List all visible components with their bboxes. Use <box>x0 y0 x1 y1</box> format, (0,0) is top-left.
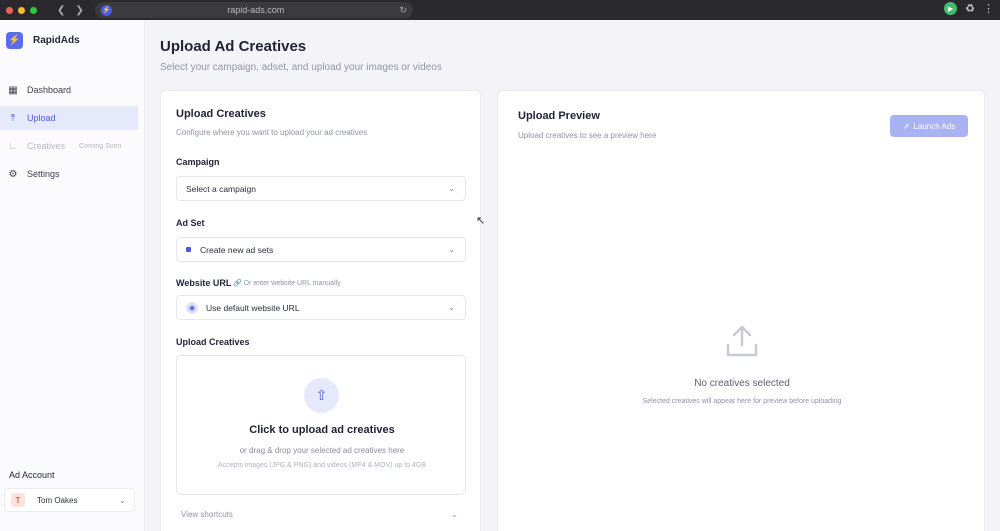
website-url-value: Use default website URL <box>206 302 300 313</box>
brand-name: RapidAds <box>33 35 80 46</box>
website-url-select[interactable]: ◉ Use default website URL ⌄ <box>176 295 466 320</box>
upload-empty-icon <box>726 325 758 357</box>
ad-account-selector[interactable]: T Tom Oakes ⌄ <box>4 488 135 512</box>
sidebar-item-label: Upload <box>27 113 56 123</box>
maximize-window-button[interactable] <box>30 6 37 14</box>
dropzone-title: Click to upload ad creatives <box>249 424 395 436</box>
grid-icon: ▦ <box>8 84 18 96</box>
chevron-down-icon: ⌄ <box>119 495 126 505</box>
window-controls <box>6 6 37 14</box>
reload-icon[interactable]: ↻ <box>399 5 407 16</box>
adset-select-value: Create new ad sets <box>200 244 274 255</box>
sidebar-item-label: Settings <box>27 169 60 179</box>
close-window-button[interactable] <box>6 6 13 14</box>
upload-dropzone[interactable]: ⇧ Click to upload ad creatives or drag &… <box>176 355 466 495</box>
card-subtitle: Configure where you want to upload your … <box>176 128 368 137</box>
page-title: Upload Ad Creatives <box>160 38 307 55</box>
sidebar-item-dashboard[interactable]: ▦ Dashboard <box>0 78 144 102</box>
campaign-label: Campaign <box>176 157 220 167</box>
empty-state-title: No creatives selected <box>694 378 790 389</box>
extension-play-icon[interactable]: ▶ <box>944 2 958 15</box>
address-text[interactable]: rapid-ads.com <box>112 5 399 15</box>
adset-indicator-icon <box>186 247 191 252</box>
sidebar-nav: ▦ Dashboard ⤒ Upload ∟ Creatives Coming … <box>0 78 144 186</box>
campaign-select[interactable]: Select a campaign ⌄ <box>176 176 466 201</box>
chevron-down-icon: ⌄ <box>448 303 455 312</box>
upload-creatives-card: Upload Creatives Configure where you wan… <box>160 90 481 531</box>
adset-label: Ad Set <box>176 218 205 228</box>
account-name: Tom Oakes <box>37 495 78 505</box>
sidebar-item-upload[interactable]: ⤒ Upload <box>0 106 138 130</box>
browser-toolbar: ❮ ❯ ⚡ rapid-ads.com ↻ ▶ ♻ ⋮ <box>0 0 1000 20</box>
launch-ads-label: Launch Ads <box>913 121 956 131</box>
sidebar-item-settings[interactable]: ⚙ Settings <box>0 162 144 186</box>
brand-logo-icon: ⚡ <box>6 32 23 49</box>
ad-account-label: Ad Account <box>9 470 55 480</box>
launch-ads-button[interactable]: ➚ Launch Ads <box>890 115 968 137</box>
coming-soon-badge: Coming Soon <box>79 142 122 150</box>
website-url-label: Website URL <box>176 278 232 288</box>
campaign-select-value: Select a campaign <box>186 183 256 194</box>
chevron-down-icon[interactable]: ⌄ <box>451 510 458 519</box>
card-title: Upload Creatives <box>176 108 266 120</box>
upload-creatives-label: Upload Creatives <box>176 337 250 347</box>
chart-icon: ∟ <box>8 140 18 152</box>
page-subtitle: Select your campaign, adset, and upload … <box>160 62 442 73</box>
url-manual-link[interactable]: 🔗 Or enter website URL manually <box>233 279 341 287</box>
dropzone-accepted-types: Accepts images (JPG & PNG) and videos (M… <box>217 462 427 469</box>
sidebar-item-label: Dashboard <box>27 85 72 95</box>
rocket-icon: ➚ <box>902 121 910 131</box>
chevron-down-icon: ⌄ <box>448 184 455 193</box>
brand[interactable]: ⚡ RapidAds <box>0 20 144 49</box>
upload-preview-card: Upload Preview Upload creatives to see a… <box>497 90 985 531</box>
browser-menu-icon[interactable]: ⋮ <box>983 2 994 15</box>
adset-select[interactable]: Create new ad sets ⌄ <box>176 237 466 262</box>
globe-icon: ◉ <box>186 301 198 314</box>
empty-state-subtitle: Selected creatives will appear here for … <box>642 398 842 405</box>
forward-arrow-icon[interactable]: ❯ <box>75 5 83 16</box>
upload-icon: ⇧ <box>304 378 339 413</box>
sidebar-item-label: Creatives <box>27 141 66 151</box>
extensions-puzzle-icon[interactable]: ♻ <box>965 2 975 15</box>
dropzone-subtitle: or drag & drop your selected ad creative… <box>239 446 405 455</box>
mouse-cursor-icon: ↖ <box>476 215 486 227</box>
upload-icon: ⤒ <box>10 112 16 124</box>
view-shortcuts-toggle[interactable]: View shortcuts <box>181 510 233 519</box>
address-bar[interactable]: ⚡ rapid-ads.com ↻ <box>95 2 413 18</box>
card-subtitle: Upload creatives to see a preview here <box>518 131 657 140</box>
card-title: Upload Preview <box>518 110 600 122</box>
avatar: T <box>11 493 25 507</box>
site-favicon-icon: ⚡ <box>101 4 112 16</box>
sidebar: ⚡ RapidAds ▦ Dashboard ⤒ Upload ∟ Creati… <box>0 20 145 531</box>
gear-icon: ⚙ <box>8 168 18 180</box>
sidebar-item-creatives: ∟ Creatives Coming Soon <box>0 134 144 158</box>
back-arrow-icon[interactable]: ❮ <box>57 5 65 16</box>
url-note-text: Or enter website URL manually <box>243 280 341 287</box>
minimize-window-button[interactable] <box>18 6 25 14</box>
chevron-down-icon: ⌄ <box>448 245 455 254</box>
